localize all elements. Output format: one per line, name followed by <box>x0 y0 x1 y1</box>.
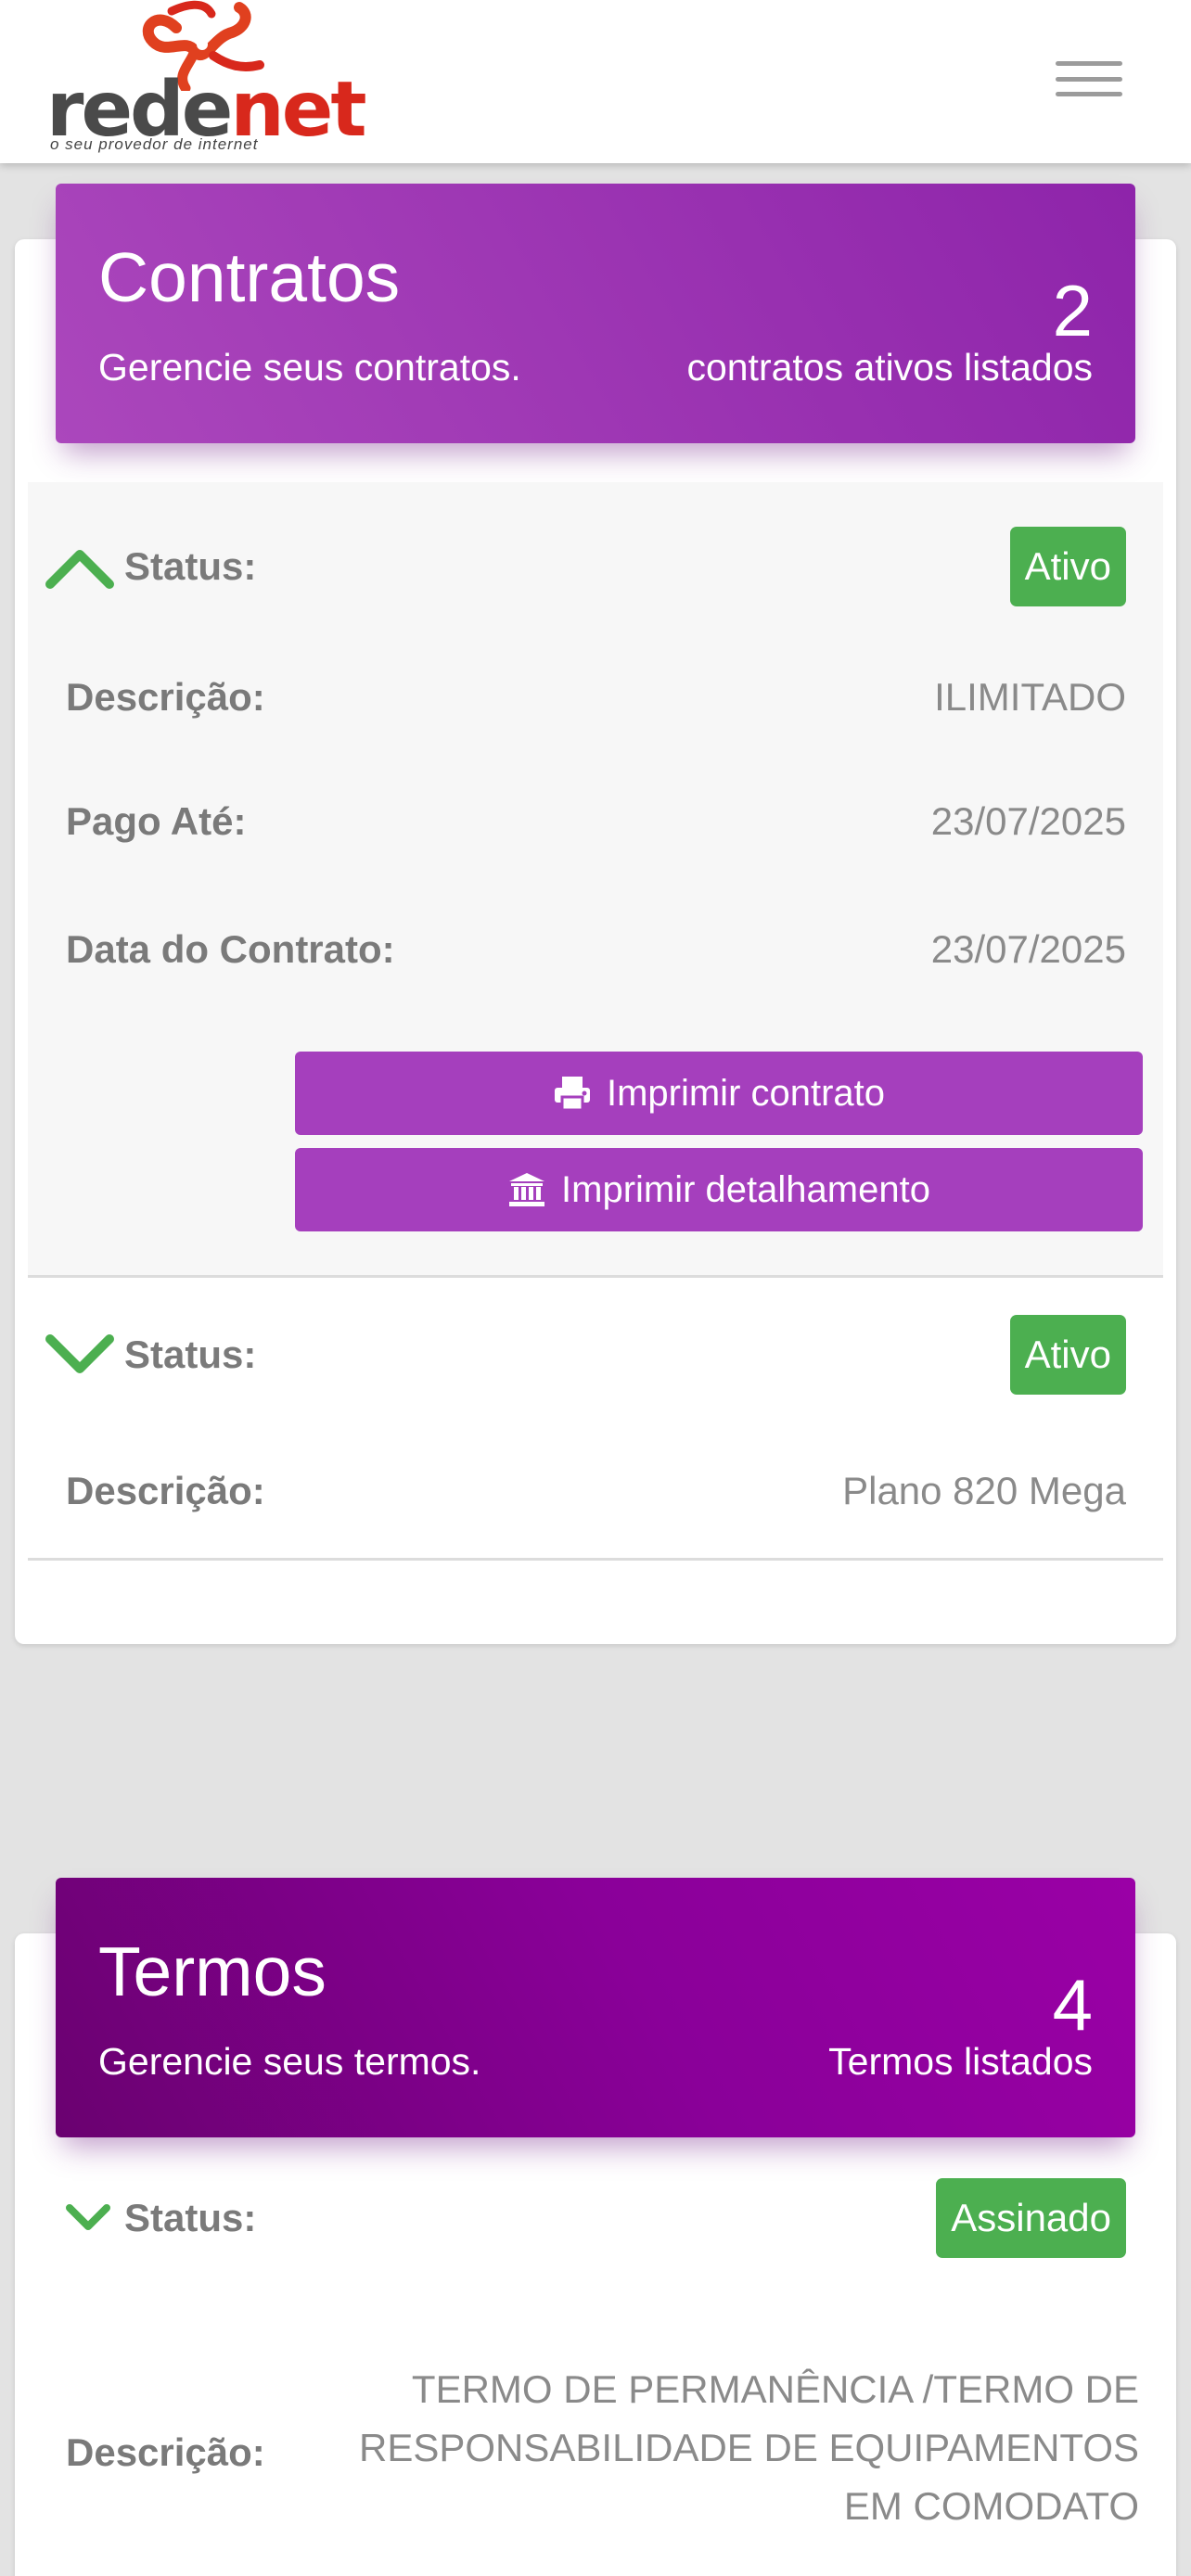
contratos-card: Contratos Gerencie seus contratos. 2 con… <box>15 184 1176 1644</box>
contract-paid-until-row: Pago Até: 23/07/2025 <box>28 784 1163 859</box>
print-contract-button[interactable]: Imprimir contrato <box>295 1052 1143 1135</box>
contract-status-row[interactable]: Status: Ativo <box>28 1313 1163 1396</box>
printer-icon <box>554 1077 590 1112</box>
status-badge: Ativo <box>1009 1315 1126 1395</box>
button-label: Imprimir contrato <box>606 1072 886 1114</box>
status-label: Status: <box>124 2196 257 2239</box>
chevron-up-icon[interactable] <box>45 543 115 590</box>
status-badge: Assinado <box>936 2178 1126 2258</box>
field-label: Descrição: <box>66 675 265 719</box>
termos-count-label: Termos listados <box>828 2040 1093 2083</box>
termos-title: Termos <box>98 1932 327 2010</box>
termos-header: Termos Gerencie seus termos. 4 Termos li… <box>56 1878 1135 2137</box>
term-status-row[interactable]: Status: Assinado <box>28 2174 1163 2262</box>
print-details-button[interactable]: Imprimir detalhamento <box>295 1148 1143 1231</box>
hamburger-menu-icon[interactable] <box>1056 56 1122 102</box>
logo-tagline: o seu provedor de internet <box>50 135 259 153</box>
field-value: 23/07/2025 <box>930 799 1126 843</box>
contratos-title: Contratos <box>98 238 401 316</box>
contract-item: Status: Ativo Descrição: ILIMITADO Pago … <box>28 482 1163 1278</box>
button-label: Imprimir detalhamento <box>561 1168 930 1210</box>
bank-icon <box>509 1173 545 1206</box>
termos-card: Termos Gerencie seus termos. 4 Termos li… <box>15 1878 1176 2576</box>
contratos-header: Contratos Gerencie seus contratos. 2 con… <box>56 184 1135 443</box>
term-description-value: TERMO DE PERMANÊNCIA /TERMO DE RESPONSAB… <box>359 2367 1139 2528</box>
field-value: 23/07/2025 <box>930 927 1126 971</box>
redenet-logo[interactable]: redenet o seu provedor de internet <box>46 0 367 156</box>
field-value: ILIMITADO <box>934 675 1126 719</box>
field-label: Descrição: <box>66 1469 265 1512</box>
top-navbar: redenet o seu provedor de internet <box>0 0 1191 163</box>
contratos-count: 2 <box>1052 270 1093 351</box>
term-description-label: Descrição: <box>66 2430 265 2474</box>
field-label: Pago Até: <box>66 799 247 843</box>
contract-description-row: Descrição: Plano 820 Mega <box>28 1454 1163 1528</box>
contract-date-row: Data do Contrato: 23/07/2025 <box>28 912 1163 987</box>
contratos-subtitle: Gerencie seus contratos. <box>98 346 521 389</box>
field-label: Data do Contrato: <box>66 927 395 971</box>
chevron-down-icon[interactable] <box>65 2202 111 2234</box>
termos-subtitle: Gerencie seus termos. <box>98 2040 481 2083</box>
contract-status-row[interactable]: Status: Ativo <box>28 525 1163 608</box>
status-label: Status: <box>124 544 257 588</box>
contract-description-row: Descrição: ILIMITADO <box>28 660 1163 734</box>
status-label: Status: <box>124 1333 257 1376</box>
contratos-count-label: contratos ativos listados <box>686 346 1093 389</box>
chevron-down-icon[interactable] <box>45 1332 115 1378</box>
contract-item: Status: Ativo Descrição: Plano 820 Mega <box>28 1278 1163 1561</box>
status-badge: Ativo <box>1009 527 1126 606</box>
termos-count: 4 <box>1052 1964 1093 2046</box>
field-value: Plano 820 Mega <box>842 1469 1126 1512</box>
